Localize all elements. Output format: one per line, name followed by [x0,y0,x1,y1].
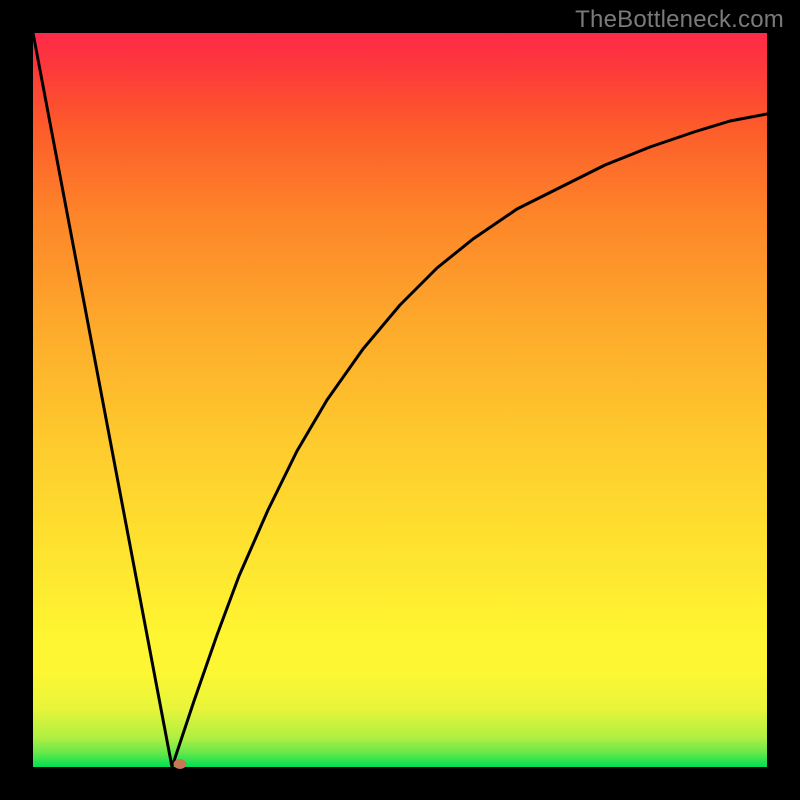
notch-marker [174,759,187,769]
plot-area [33,33,767,767]
watermark-text: TheBottleneck.com [575,6,784,34]
curve-path [33,33,767,767]
bottleneck-curve [33,33,767,767]
chart-frame: TheBottleneck.com [0,0,800,800]
